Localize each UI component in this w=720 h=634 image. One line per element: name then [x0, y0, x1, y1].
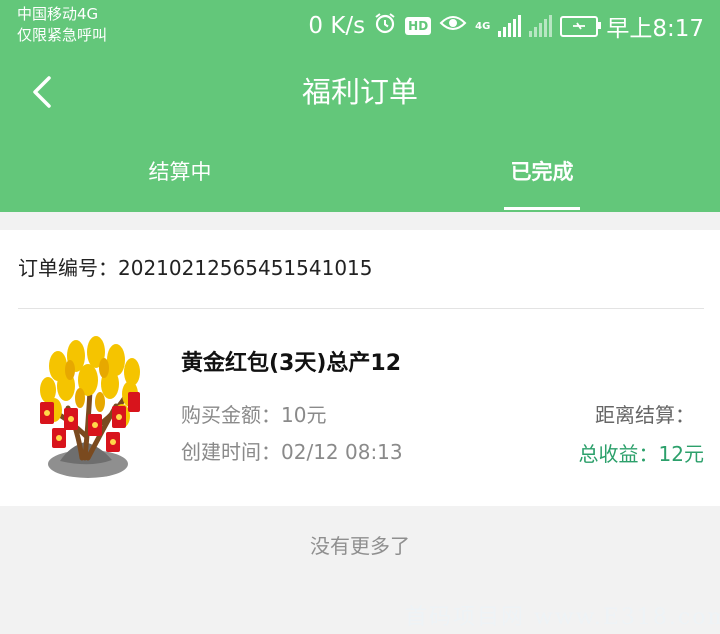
total-income-value: 12元 [658, 442, 704, 466]
product-image [30, 336, 148, 482]
signal-icon-secondary [529, 15, 553, 37]
hd-badge: HD [405, 17, 432, 35]
purchase-amount-label: 购买金额： [181, 403, 281, 427]
active-tab-indicator [504, 207, 580, 210]
purchase-amount-value: 10元 [281, 403, 327, 427]
alarm-icon [373, 11, 397, 41]
emergency-only-text: 仅限紧急呼叫 [17, 26, 108, 44]
network-type: 4G [475, 20, 491, 32]
eye-icon [439, 13, 467, 39]
no-more-text: 没有更多了 [310, 534, 410, 558]
order-number-value: 20210212565451541015 [118, 256, 373, 280]
purchase-amount: 购买金额：10元 [181, 401, 326, 429]
status-bar: 中国移动4G 仅限紧急呼叫 0 K/s HD 4G 早上8:17 [0, 0, 720, 50]
divider [18, 308, 704, 309]
carrier-name: 中国移动4G [17, 5, 99, 23]
battery-icon [560, 15, 602, 37]
total-income: 总收益：12元 [579, 440, 704, 468]
settle-countdown: 距离结算： [595, 403, 695, 427]
product-title: 黄金红包(3天)总产12 [181, 351, 402, 376]
tab-completed[interactable]: 已完成 [442, 150, 642, 194]
carrier-info: 中国移动4G 仅限紧急呼叫 [17, 4, 107, 46]
order-number: 订单编号：20210212565451541015 [18, 254, 373, 282]
created-time-label: 创建时间： [181, 440, 281, 464]
clock: 早上8:17 [606, 16, 704, 42]
watermark: 首码项目网 www.E318.com [405, 605, 720, 630]
created-time-value: 02/12 08:13 [281, 440, 403, 464]
created-time: 创建时间：02/12 08:13 [181, 438, 403, 466]
tab-settling[interactable]: 结算中 [80, 150, 280, 194]
network-speed: 0 K/s [308, 13, 366, 39]
signal-icon [498, 15, 522, 37]
total-income-label: 总收益： [578, 442, 659, 466]
page-title: 福利订单 [301, 75, 418, 109]
status-icons: 0 K/s HD 4G 早上8:17 [308, 9, 704, 43]
order-number-label: 订单编号： [18, 256, 118, 280]
